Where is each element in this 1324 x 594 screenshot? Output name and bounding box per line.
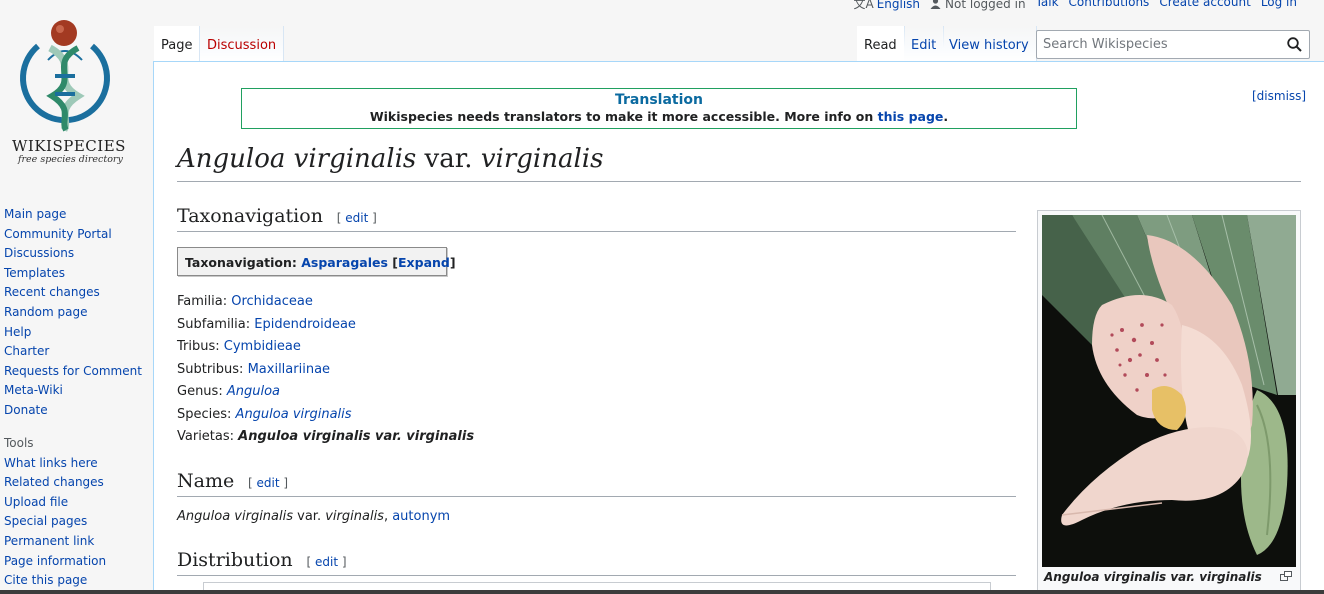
site-logo[interactable]: WIKISPECIES free species directory — [0, 0, 153, 185]
list-item: Familia: Orchidaceae — [177, 294, 313, 309]
edit-section-link: [ edit ] — [248, 476, 289, 490]
notice-link[interactable]: this page — [878, 109, 944, 124]
edit-section-link: [ edit ] — [306, 555, 347, 569]
sidebar-item-cite-this-page[interactable]: Cite this page — [4, 573, 87, 587]
sidebar-item-requests-for-comment[interactable]: Requests for Comment — [4, 364, 142, 378]
list-item: Varietas: Anguloa virginalis var. virgin… — [177, 429, 475, 444]
tab-view-history[interactable]: View history — [942, 26, 1037, 62]
sidebar-item-recent-changes[interactable]: Recent changes — [4, 285, 100, 299]
create-account-link[interactable]: Create account — [1159, 0, 1251, 12]
sidebar-item-help[interactable]: Help — [4, 325, 31, 339]
sidebar-item-upload-file[interactable]: Upload file — [4, 495, 68, 509]
tools-heading: Tools — [4, 435, 34, 450]
bottom-scrollbar[interactable] — [0, 590, 1324, 594]
sidebar-item-community-portal[interactable]: Community Portal — [4, 227, 112, 241]
taxonavigation-link[interactable]: Asparagales — [301, 255, 388, 270]
orchid-photo[interactable] — [1042, 215, 1296, 567]
sidebar-item-random-page[interactable]: Random page — [4, 305, 87, 319]
sidebar-item-charter[interactable]: Charter — [4, 344, 49, 358]
language-selector[interactable]: 文A English — [853, 0, 920, 12]
sidebar-item-related-changes[interactable]: Related changes — [4, 475, 104, 489]
login-link[interactable]: Log in — [1261, 0, 1297, 12]
sidebar: Main page Community Portal Discussions T… — [0, 205, 153, 591]
tools-portal: Tools What links here Related changes Up… — [4, 436, 153, 591]
section-heading-name: Name [ edit ] — [177, 470, 1016, 497]
navigation-portal: Main page Community Portal Discussions T… — [4, 205, 153, 421]
name-text: Anguloa virginalis var. virginalis, auto… — [177, 509, 451, 524]
image-caption: Anguloa virginalis var. virginalis — [1044, 570, 1296, 584]
search-icon[interactable] — [1287, 37, 1302, 52]
search-input[interactable] — [1037, 31, 1277, 58]
section-heading-distribution: Distribution [ edit ] — [177, 549, 1016, 576]
dismiss-notice-link[interactable]: [dismiss] — [1252, 89, 1306, 103]
search-box — [1036, 30, 1310, 59]
contributions-link[interactable]: Contributions — [1069, 0, 1150, 12]
logo-wordmark: WIKISPECIES — [12, 137, 126, 155]
section-heading-taxonavigation: Taxonavigation [ edit ] — [177, 205, 1016, 232]
talk-link[interactable]: Talk — [1036, 0, 1059, 12]
image-thumbnail: Anguloa virginalis var. virginalis — [1037, 210, 1301, 594]
taxonavigation-box: Taxonavigation: Asparagales [Expand] — [177, 247, 456, 276]
anon-user-status: Not logged in — [930, 0, 1026, 12]
taxonomy-list: Familia: Orchidaceae Subfamilia: Epidend… — [177, 291, 474, 449]
language-icon: 文A — [853, 0, 874, 11]
list-item: Subtribus: Maxillariinae — [177, 361, 331, 377]
list-item: Subfamilia: Epidendroideae — [177, 316, 356, 332]
tab-edit[interactable]: Edit — [904, 26, 945, 62]
user-icon — [930, 0, 941, 9]
tab-read[interactable]: Read — [857, 26, 905, 62]
sidebar-item-permanent-link[interactable]: Permanent link — [4, 534, 94, 548]
sidebar-item-what-links-here[interactable]: What links here — [4, 456, 98, 470]
tab-page[interactable]: Page — [154, 26, 201, 62]
expand-link[interactable]: Expand — [398, 255, 450, 270]
autonym-link[interactable]: autonym — [392, 509, 450, 524]
tab-discussion[interactable]: Discussion — [200, 26, 285, 62]
edit-section-link: [ edit ] — [336, 211, 377, 225]
site-notice: Translation Wikispecies needs translator… — [241, 88, 1077, 129]
wikispecies-logo-icon — [20, 20, 110, 132]
sidebar-item-templates[interactable]: Templates — [4, 266, 65, 280]
page-title: Anguloa virginalis var. virginalis — [177, 144, 1301, 182]
enlarge-icon[interactable] — [1280, 571, 1292, 581]
notice-title: Translation — [615, 92, 703, 108]
sidebar-item-meta-wiki[interactable]: Meta-Wiki — [4, 383, 63, 397]
logo-tagline: free species directory — [18, 154, 123, 165]
sidebar-item-donate[interactable]: Donate — [4, 403, 48, 417]
list-item: Tribus: Cymbidieae — [177, 339, 301, 354]
main-content: Translation Wikispecies needs translator… — [153, 61, 1324, 594]
sidebar-item-discussions[interactable]: Discussions — [4, 246, 74, 260]
notice-body: Wikispecies needs translators to make it… — [369, 109, 949, 124]
sidebar-item-special-pages[interactable]: Special pages — [4, 514, 87, 528]
personal-tools: 文A English Not logged in Talk Contributi… — [853, 0, 1297, 12]
sidebar-item-main-page[interactable]: Main page — [4, 207, 66, 221]
list-item: Species: Anguloa virginalis — [177, 406, 352, 422]
sidebar-item-page-information[interactable]: Page information — [4, 554, 106, 568]
list-item: Genus: Anguloa — [177, 384, 280, 399]
